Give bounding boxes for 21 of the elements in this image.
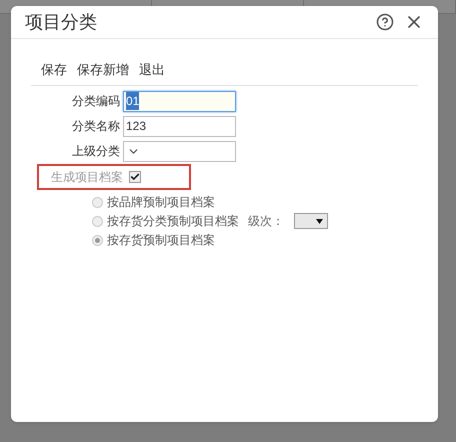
toolbar-button[interactable]: 保存 xyxy=(41,60,67,80)
input-field[interactable]: 01 xyxy=(123,90,236,112)
level-label: 级次： xyxy=(248,213,284,230)
input-field[interactable]: 123 xyxy=(123,116,236,136)
help-icon[interactable] xyxy=(376,13,394,31)
field-label: 分类名称 xyxy=(71,118,121,135)
radio-label: 按存货分类预制项目档案 xyxy=(107,213,239,230)
checkbox[interactable] xyxy=(129,170,141,182)
toolbar-button[interactable]: 退出 xyxy=(139,60,165,80)
toolbar-button[interactable]: 保存新增 xyxy=(77,60,129,80)
radio-button[interactable] xyxy=(92,234,103,246)
checkbox-label: 生成项目档案 xyxy=(51,168,123,186)
field-label: 上级分类 xyxy=(71,143,121,160)
radio-label: 按品牌预制项目档案 xyxy=(107,194,215,211)
field-label: 分类编码 xyxy=(71,93,121,110)
caret-icon xyxy=(316,218,323,224)
level-select[interactable] xyxy=(294,213,328,229)
radio-button[interactable] xyxy=(92,216,103,226)
radio-label: 按存货预制项目档案 xyxy=(107,232,215,249)
radio-button[interactable] xyxy=(92,196,103,208)
window-title: 项目分类 xyxy=(25,10,97,34)
